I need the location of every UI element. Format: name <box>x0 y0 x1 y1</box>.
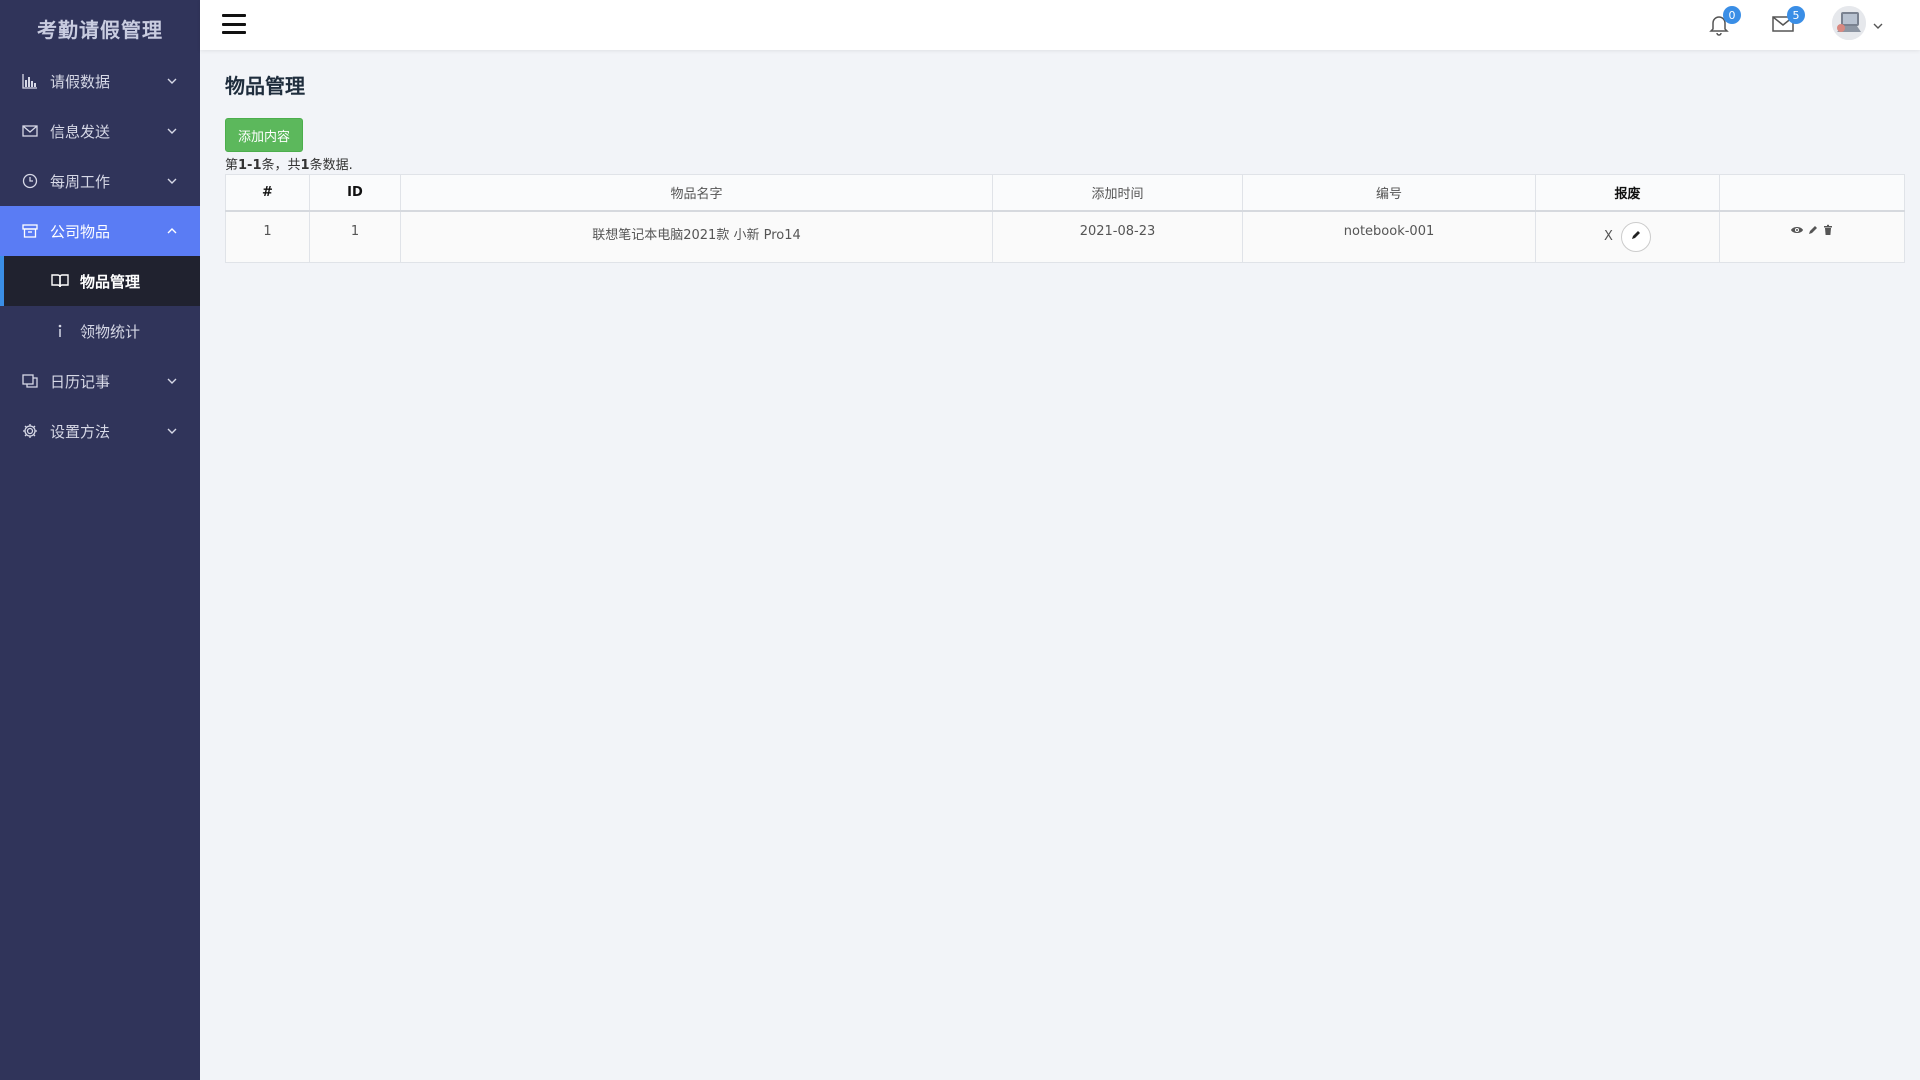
summary-range: 1-1 <box>238 158 262 173</box>
company-items-submenu: 物品管理 领物统计 <box>0 256 200 356</box>
sidebar-item-collection-stats[interactable]: 领物统计 <box>0 306 200 356</box>
view-icon[interactable] <box>1790 224 1804 236</box>
summary-suffix: 条数据. <box>309 158 353 173</box>
bell-icon <box>1707 16 1731 40</box>
cell-actions <box>1719 210 1905 263</box>
summary-prefix: 第 <box>225 158 239 173</box>
trash-icon[interactable] <box>1822 224 1834 236</box>
add-content-button[interactable]: 添加内容 <box>225 118 304 152</box>
menu-toggle-icon[interactable] <box>222 12 246 36</box>
col-added-header[interactable]: 添加时间 <box>992 174 1243 211</box>
pencil-icon <box>1630 229 1642 245</box>
cell-index: 1 <box>225 210 310 263</box>
archive-icon <box>20 221 40 241</box>
cell-code: notebook-001 <box>1242 210 1536 263</box>
chevron-down-icon <box>166 425 178 437</box>
chevron-down-icon <box>166 175 178 187</box>
summary-mid: 条，共 <box>261 158 301 173</box>
sidebar-item-company-items[interactable]: 公司物品 <box>0 206 200 256</box>
sidebar-item-settings[interactable]: 设置方法 <box>0 406 200 456</box>
col-actions-header <box>1719 174 1905 211</box>
edit-scrap-button[interactable] <box>1620 221 1651 252</box>
user-avatar[interactable] <box>1832 6 1866 40</box>
col-id-header[interactable]: ID <box>309 174 401 211</box>
sidebar-item-label: 信息发送 <box>50 122 111 141</box>
page-title: 物品管理 <box>225 74 305 98</box>
notifications-button[interactable]: 0 <box>1707 6 1741 40</box>
sidebar-item-label: 每周工作 <box>50 172 111 191</box>
app-title: 考勤请假管理 <box>37 17 163 42</box>
sidebar-item-messaging[interactable]: 信息发送 <box>0 106 200 156</box>
sidebar-item-item-management[interactable]: 物品管理 <box>0 256 200 306</box>
chevron-down-icon[interactable] <box>1872 17 1884 29</box>
col-name-header[interactable]: 物品名字 <box>400 174 993 211</box>
table-summary: 第1-1条，共1条数据. <box>225 154 1905 173</box>
sidebar-item-label: 请假数据 <box>50 72 111 91</box>
sidebar-item-label: 设置方法 <box>50 422 111 441</box>
sidebar-item-weekly-work[interactable]: 每周工作 <box>0 156 200 206</box>
sidebar: 考勤请假管理 请假数据 信息发送 每周工作 公司物品 物品管理 领物统计 日历记… <box>0 0 200 1080</box>
cell-scrap: X <box>1535 210 1720 263</box>
cell-name: 联想笔记本电脑2021款 小新 Pro14 <box>400 210 993 263</box>
messages-badge: 5 <box>1787 6 1805 24</box>
table-header-row: # ID 物品名字 添加时间 编号 报废 <box>225 174 1905 211</box>
info-icon <box>50 321 70 341</box>
chevron-up-icon <box>166 225 178 237</box>
book-icon <box>50 271 70 291</box>
clock-icon <box>20 171 40 191</box>
edit-icon[interactable] <box>1807 224 1819 236</box>
table-row: 1 1 联想笔记本电脑2021款 小新 Pro14 2021-08-23 not… <box>225 210 1905 263</box>
sidebar-item-label: 日历记事 <box>50 372 111 391</box>
sidebar-item-calendar-notes[interactable]: 日历记事 <box>0 356 200 406</box>
gear-icon <box>20 421 40 441</box>
col-scrap-header: 报废 <box>1535 174 1720 211</box>
messages-button[interactable]: 5 <box>1771 6 1805 40</box>
copy-icon <box>20 371 40 391</box>
chevron-down-icon <box>166 375 178 387</box>
cell-added: 2021-08-23 <box>992 210 1243 263</box>
bar-chart-icon <box>20 71 40 91</box>
sidebar-menu: 请假数据 信息发送 每周工作 公司物品 物品管理 领物统计 日历记事 设置方法 <box>0 56 200 456</box>
sidebar-item-label: 公司物品 <box>50 222 111 241</box>
main-content: 物品管理 添加内容 第1-1条，共1条数据. # ID 物品名字 添加时间 编号… <box>225 50 1905 263</box>
mail-icon <box>20 121 40 141</box>
sidebar-item-label: 物品管理 <box>80 272 141 291</box>
envelope-icon <box>1771 16 1795 40</box>
col-code-header[interactable]: 编号 <box>1242 174 1536 211</box>
chevron-down-icon <box>166 125 178 137</box>
notifications-badge: 0 <box>1723 6 1741 24</box>
sidebar-item-leave-data[interactable]: 请假数据 <box>0 56 200 106</box>
chevron-down-icon <box>166 75 178 87</box>
cell-id: 1 <box>309 210 401 263</box>
col-index-header[interactable]: # <box>225 174 310 211</box>
summary-total: 1 <box>300 158 310 173</box>
sidebar-item-label: 领物统计 <box>80 322 141 341</box>
top-header: 0 5 <box>200 0 1920 50</box>
scrap-status: X <box>1604 229 1613 245</box>
items-table: # ID 物品名字 添加时间 编号 报废 1 1 联想笔记本电脑2021款 小新… <box>225 174 1905 263</box>
